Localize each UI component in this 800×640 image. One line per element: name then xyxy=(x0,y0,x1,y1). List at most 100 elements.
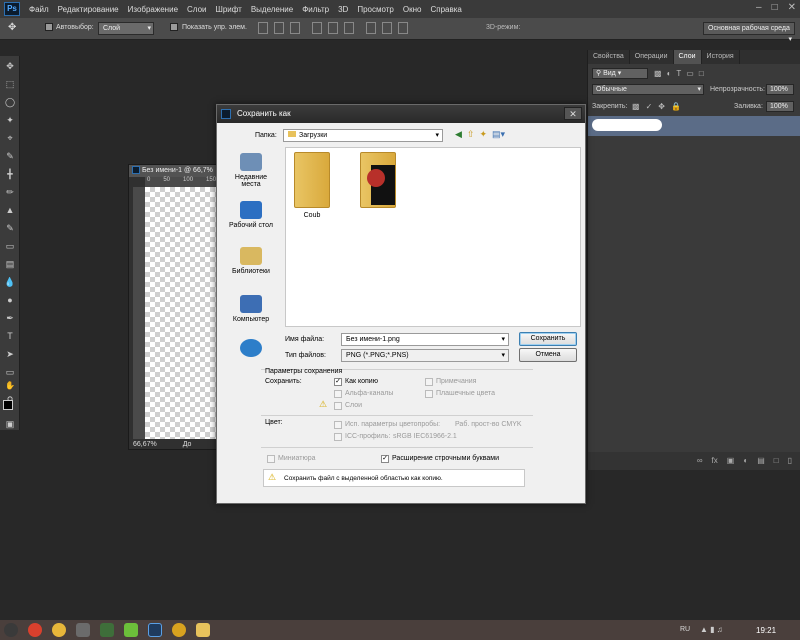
notes-checkbox[interactable] xyxy=(425,378,433,386)
autoselect-checkbox[interactable] xyxy=(45,23,53,33)
show-controls-checkbox[interactable] xyxy=(170,23,178,33)
align-bottom-icon[interactable] xyxy=(290,22,300,34)
smart-filter-icon[interactable]: □ xyxy=(699,69,704,78)
workspace-dropdown[interactable]: Основная рабочая среда ▾ xyxy=(703,22,795,43)
photoshop-taskbar-icon[interactable] xyxy=(148,623,162,637)
lock-pixels-icon[interactable]: ✓ xyxy=(646,102,653,111)
cancel-button[interactable]: Отмена xyxy=(519,348,577,362)
spot-colors-checkbox[interactable] xyxy=(425,390,433,398)
place-libraries[interactable]: Библиотеки xyxy=(225,247,277,275)
opacity-field[interactable]: 100% xyxy=(766,84,794,95)
trash-icon[interactable]: ▯ xyxy=(788,452,792,470)
hand-icon[interactable]: ✋ xyxy=(4,380,16,392)
brush-icon[interactable]: ✏ xyxy=(4,186,16,198)
minimize-icon[interactable]: – xyxy=(756,2,762,13)
type-filter-icon[interactable]: T xyxy=(676,69,681,78)
media-player-icon[interactable] xyxy=(76,623,90,637)
selected-layer-row[interactable] xyxy=(588,116,800,136)
menu-layers[interactable]: Слои xyxy=(187,5,206,14)
lasso-icon[interactable]: ◯ xyxy=(4,96,16,108)
quick-select-icon[interactable]: ✦ xyxy=(4,114,16,126)
thumbnail-checkbox[interactable] xyxy=(267,455,275,463)
distribute-bottom-icon[interactable] xyxy=(398,22,408,34)
menu-image[interactable]: Изображение xyxy=(128,5,178,14)
proof-setup-checkbox[interactable] xyxy=(334,421,342,429)
alpha-checkbox[interactable] xyxy=(334,390,342,398)
save-button[interactable]: Сохранить xyxy=(519,332,577,346)
shape-filter-icon[interactable]: ▭ xyxy=(686,69,694,78)
menu-file[interactable]: Файл xyxy=(29,5,49,14)
layers-checkbox[interactable] xyxy=(334,402,342,410)
foreground-color-swatch[interactable] xyxy=(3,400,13,410)
place-desktop[interactable]: Рабочий стол xyxy=(225,201,277,229)
lock-all-icon[interactable]: 🔒 xyxy=(671,102,681,111)
tab-layers[interactable]: Слои xyxy=(673,50,702,64)
filetype-dropdown[interactable]: PNG (*.PNG;*.PNS) ▾ xyxy=(341,349,509,362)
restore-icon[interactable]: □ xyxy=(772,2,778,13)
adjustment-icon[interactable]: ◐ xyxy=(743,452,748,470)
blur-icon[interactable]: 💧 xyxy=(4,276,16,288)
tab-actions[interactable]: Операции xyxy=(630,50,674,64)
place-network[interactable] xyxy=(225,339,277,360)
tab-history[interactable]: История xyxy=(702,50,740,64)
lock-position-icon[interactable]: ✥ xyxy=(658,102,665,111)
app-icon[interactable] xyxy=(100,623,114,637)
quick-mask-icon[interactable]: ▣ xyxy=(4,418,16,430)
menu-help[interactable]: Справка xyxy=(430,5,461,14)
new-layer-icon[interactable]: □ xyxy=(774,452,779,470)
autoselect-dropdown[interactable]: Слой ▾ xyxy=(98,22,154,35)
icc-profile-checkbox[interactable] xyxy=(334,433,342,441)
menu-edit[interactable]: Редактирование xyxy=(58,5,119,14)
menu-filter[interactable]: Фильтр xyxy=(302,5,329,14)
file-item-folder[interactable] xyxy=(356,152,400,212)
align-top-icon[interactable] xyxy=(258,22,268,34)
align-right-icon[interactable] xyxy=(344,22,354,34)
gradient-icon[interactable]: ▤ xyxy=(4,258,16,270)
healing-icon[interactable]: ╋ xyxy=(4,168,16,180)
eyedropper-icon[interactable]: ✎ xyxy=(4,150,16,162)
back-icon[interactable]: ◀ xyxy=(455,129,462,140)
language-indicator[interactable]: RU xyxy=(680,626,690,633)
align-vcenter-icon[interactable] xyxy=(274,22,284,34)
dodge-icon[interactable]: ● xyxy=(4,294,16,306)
adjust-filter-icon[interactable]: ◐ xyxy=(667,69,672,78)
menu-select[interactable]: Выделение xyxy=(251,5,293,14)
lock-transparency-icon[interactable]: ▩ xyxy=(632,102,640,111)
align-hcenter-icon[interactable] xyxy=(328,22,338,34)
move-icon[interactable]: ✥ xyxy=(4,60,16,72)
blend-mode-dropdown[interactable]: Обычные ▾ xyxy=(592,84,704,95)
type-icon[interactable]: T xyxy=(4,330,16,342)
history-brush-icon[interactable]: ✎ xyxy=(4,222,16,234)
menu-window[interactable]: Окно xyxy=(403,5,422,14)
up-folder-icon[interactable]: ⇧ xyxy=(467,129,475,140)
utorrent-icon[interactable] xyxy=(124,623,138,637)
mask-icon[interactable]: ▣ xyxy=(727,452,735,470)
file-item-coub[interactable]: Coub xyxy=(290,152,334,219)
start-icon[interactable] xyxy=(4,623,18,637)
marquee-icon[interactable]: ⬚ xyxy=(4,78,16,90)
stamp-icon[interactable]: ▲ xyxy=(4,204,16,216)
menu-type[interactable]: Шрифт xyxy=(215,5,241,14)
folder-dropdown[interactable]: Загрузки ▾ xyxy=(283,129,443,142)
menu-view[interactable]: Просмотр xyxy=(357,5,394,14)
zoom-level[interactable]: 66,67% xyxy=(133,441,157,448)
transparent-canvas[interactable] xyxy=(145,187,221,439)
tab-properties[interactable]: Свойства xyxy=(588,50,630,64)
crop-icon[interactable]: ⌖ xyxy=(4,132,16,144)
link-icon[interactable]: ∞ xyxy=(697,452,703,470)
explorer-icon[interactable] xyxy=(196,623,210,637)
filename-field[interactable]: Без имени-1.png ▾ xyxy=(341,333,509,346)
pen-icon[interactable]: ✒ xyxy=(4,312,16,324)
path-select-icon[interactable]: ➤ xyxy=(4,348,16,360)
place-recent[interactable]: Недавние места xyxy=(225,153,277,188)
shape-icon[interactable]: ▭ xyxy=(4,366,16,378)
place-computer[interactable]: Компьютер xyxy=(225,295,277,323)
align-left-icon[interactable] xyxy=(312,22,322,34)
doc-status[interactable]: До xyxy=(183,441,192,448)
distribute-top-icon[interactable] xyxy=(366,22,376,34)
dialog-close-icon[interactable]: ✕ xyxy=(564,107,582,120)
tray-icons[interactable]: ▲ ▮ ♫ xyxy=(700,625,723,634)
eraser-icon[interactable]: ▭ xyxy=(4,240,16,252)
distribute-vcenter-icon[interactable] xyxy=(382,22,392,34)
new-folder-icon[interactable]: ✦ xyxy=(479,129,487,140)
